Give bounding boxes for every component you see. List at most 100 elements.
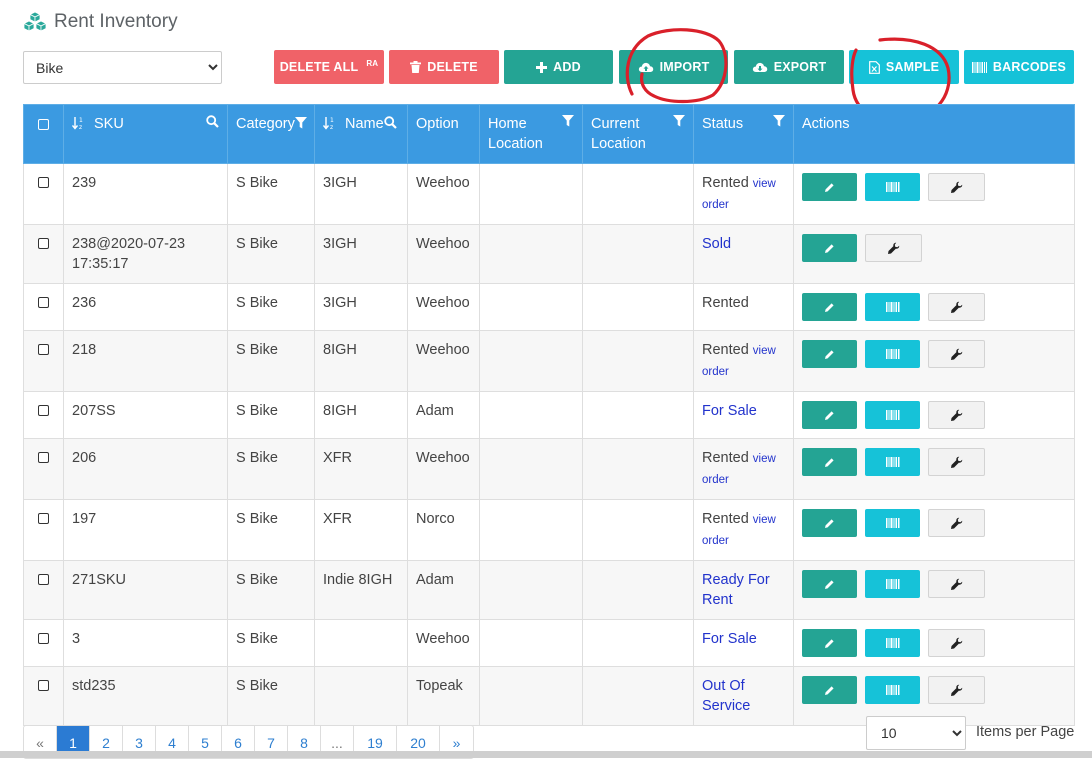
- barcodes-button[interactable]: BARCODES: [964, 50, 1074, 84]
- row-checkbox[interactable]: [38, 633, 49, 644]
- row-actions: [802, 293, 1066, 321]
- category-select[interactable]: Bike: [23, 51, 222, 84]
- cell-home-location: [479, 283, 583, 331]
- row-checkbox[interactable]: [38, 452, 49, 463]
- header-option: Option: [407, 104, 480, 164]
- maintenance-button[interactable]: [928, 340, 985, 368]
- barcode-button[interactable]: [865, 401, 920, 429]
- row-select-cell: [23, 499, 64, 561]
- cell-actions: [793, 330, 1075, 392]
- status-link[interactable]: For Sale: [702, 403, 757, 419]
- maintenance-button[interactable]: [928, 509, 985, 537]
- status-link[interactable]: Sold: [702, 236, 731, 252]
- maintenance-button[interactable]: [928, 629, 985, 657]
- horizontal-scrollbar[interactable]: [0, 751, 1092, 758]
- header-category-label: Category: [236, 116, 295, 132]
- delete-all-button[interactable]: DELETE ALL RA: [274, 50, 384, 84]
- header-name[interactable]: 1 z Name: [314, 104, 408, 164]
- sort-asc-icon[interactable]: 1z: [323, 116, 337, 130]
- cell-current-location: [582, 391, 694, 439]
- barcode-button[interactable]: [865, 676, 920, 704]
- maintenance-button[interactable]: [928, 173, 985, 201]
- maintenance-button[interactable]: [928, 448, 985, 476]
- filter-icon[interactable]: [673, 115, 685, 127]
- edit-button[interactable]: [802, 234, 857, 262]
- maintenance-button[interactable]: [928, 401, 985, 429]
- header-actions-label: Actions: [802, 116, 850, 132]
- search-icon[interactable]: [206, 115, 219, 128]
- edit-button[interactable]: [802, 173, 857, 201]
- status-link[interactable]: Out Of Service: [702, 678, 750, 714]
- barcode-button[interactable]: [865, 173, 920, 201]
- edit-button[interactable]: [802, 629, 857, 657]
- barcode-button[interactable]: [865, 293, 920, 321]
- table-row: 271SKU S Bike Indie 8IGH Adam Ready For Rent: [23, 560, 1075, 620]
- cell-current-location: [582, 163, 694, 225]
- barcode-button[interactable]: [865, 629, 920, 657]
- row-actions: [802, 509, 1066, 537]
- add-button[interactable]: ADD: [504, 50, 613, 84]
- barcode-button[interactable]: [865, 570, 920, 598]
- pencil-icon: [825, 349, 834, 359]
- edit-button[interactable]: [802, 293, 857, 321]
- search-icon[interactable]: [383, 116, 397, 129]
- cell-category: S Bike: [227, 330, 315, 392]
- row-select-cell: [23, 391, 64, 439]
- maintenance-button[interactable]: [865, 234, 922, 262]
- row-checkbox[interactable]: [38, 513, 49, 524]
- wrench-icon: [951, 409, 963, 421]
- row-checkbox[interactable]: [38, 177, 49, 188]
- barcode-button[interactable]: [865, 340, 920, 368]
- filter-icon[interactable]: [562, 115, 574, 127]
- header-current-location-label: Current Location: [591, 116, 646, 152]
- cell-sku: 3: [63, 619, 228, 667]
- barcode-button[interactable]: [865, 448, 920, 476]
- cell-name: 8IGH: [314, 330, 408, 392]
- header-actions: Actions: [793, 104, 1075, 164]
- cloud-upload-icon: [638, 62, 653, 72]
- cell-current-location: [582, 330, 694, 392]
- filter-icon[interactable]: [773, 115, 785, 127]
- cell-name: [314, 666, 408, 726]
- edit-button[interactable]: [802, 340, 857, 368]
- cell-category: S Bike: [227, 283, 315, 331]
- cell-category: S Bike: [227, 391, 315, 439]
- maintenance-button[interactable]: [928, 293, 985, 321]
- edit-button[interactable]: [802, 676, 857, 704]
- edit-button[interactable]: [802, 448, 857, 476]
- import-button[interactable]: IMPORT: [619, 50, 728, 84]
- header-status[interactable]: Status: [693, 104, 794, 164]
- status-text: Rented: [702, 175, 749, 191]
- row-checkbox[interactable]: [38, 238, 49, 249]
- export-button[interactable]: EXPORT: [734, 50, 844, 84]
- header-current-location[interactable]: Current Location: [582, 104, 694, 164]
- items-per-page-select[interactable]: 10: [866, 716, 966, 750]
- status-link[interactable]: Ready For Rent: [702, 572, 770, 608]
- header-category[interactable]: Category: [227, 104, 315, 164]
- cell-sku: 271SKU: [63, 560, 228, 620]
- row-checkbox[interactable]: [38, 344, 49, 355]
- edit-button[interactable]: [802, 509, 857, 537]
- cell-current-location: [582, 499, 694, 561]
- row-checkbox[interactable]: [38, 405, 49, 416]
- sort-asc-icon[interactable]: 1z: [72, 116, 86, 130]
- select-all-checkbox[interactable]: [38, 119, 49, 130]
- maintenance-button[interactable]: [928, 570, 985, 598]
- cell-option: Weehoo: [407, 224, 480, 284]
- delete-button[interactable]: DELETE: [389, 50, 499, 84]
- header-home-location[interactable]: Home Location: [479, 104, 583, 164]
- edit-button[interactable]: [802, 401, 857, 429]
- cell-actions: [793, 283, 1075, 331]
- filter-icon[interactable]: [294, 117, 307, 129]
- barcode-button[interactable]: [865, 509, 920, 537]
- edit-button[interactable]: [802, 570, 857, 598]
- sample-button[interactable]: SAMPLE: [849, 50, 959, 84]
- table-row: 206 S Bike XFR Weehoo Rented view order: [23, 438, 1075, 500]
- header-sku[interactable]: 1 z SKU: [63, 104, 228, 164]
- row-checkbox[interactable]: [38, 297, 49, 308]
- row-checkbox[interactable]: [38, 680, 49, 691]
- row-checkbox[interactable]: [38, 574, 49, 585]
- maintenance-button[interactable]: [928, 676, 985, 704]
- cell-sku: 197: [63, 499, 228, 561]
- status-link[interactable]: For Sale: [702, 631, 757, 647]
